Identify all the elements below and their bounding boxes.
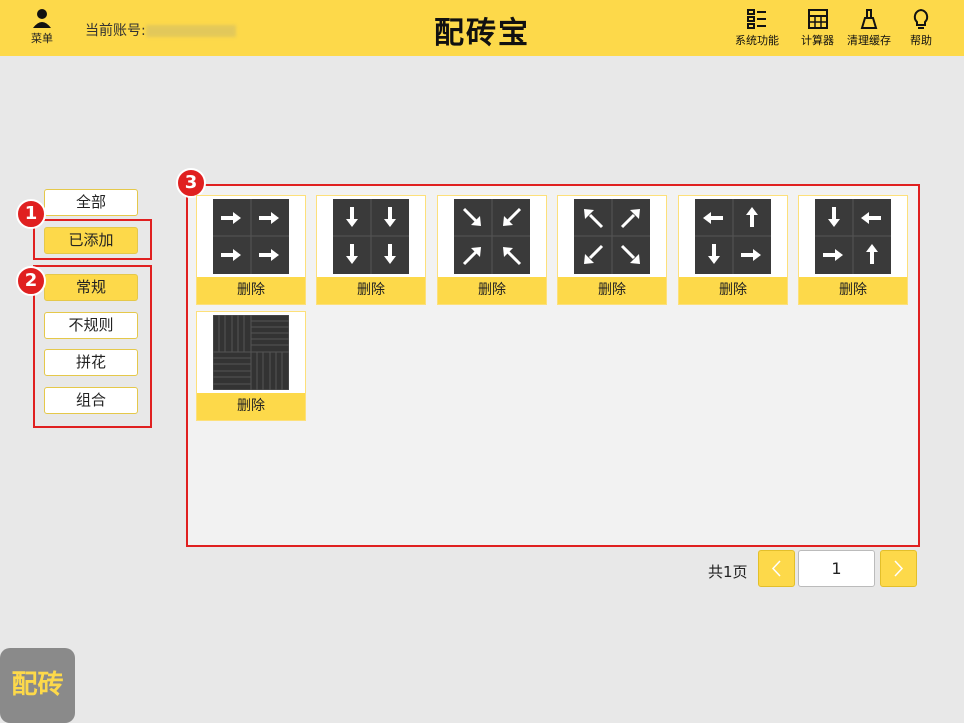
- type-parquet-button[interactable]: 拼花: [44, 349, 138, 376]
- calculator-icon: [807, 9, 828, 29]
- tile-thumbnail: [574, 199, 650, 274]
- clear-cache-button[interactable]: 清理缓存: [847, 8, 891, 48]
- menu-button[interactable]: 菜单: [26, 8, 58, 46]
- delete-button[interactable]: 删除: [197, 277, 305, 304]
- tile-thumbnail: [454, 199, 530, 274]
- tile-card[interactable]: 删除: [678, 195, 788, 305]
- clear-cache-label: 清理缓存: [847, 34, 891, 47]
- system-functions-label: 系统功能: [735, 34, 779, 47]
- next-page-button[interactable]: [880, 550, 917, 587]
- type-irregular-button[interactable]: 不规则: [44, 312, 138, 339]
- calculator-button[interactable]: 计算器: [801, 8, 834, 48]
- help-label: 帮助: [910, 34, 932, 47]
- filter-all-button[interactable]: 全部: [44, 189, 138, 216]
- delete-button[interactable]: 删除: [317, 277, 425, 304]
- tile-card[interactable]: 删除: [196, 195, 306, 305]
- account-label: 当前账号:: [85, 23, 146, 39]
- user-icon: [33, 9, 51, 28]
- tile-thumbnail: [333, 199, 409, 274]
- page-number-input[interactable]: 1: [798, 550, 875, 587]
- prev-page-button[interactable]: [758, 550, 795, 587]
- annotation-badge-3: 3: [176, 168, 206, 198]
- broom-icon: [860, 9, 878, 29]
- tile-thumbnail: [695, 199, 771, 274]
- tile-thumbnail: [212, 314, 290, 391]
- tile-thumbnail: [815, 199, 891, 274]
- calculator-label: 计算器: [801, 34, 834, 47]
- tile-card[interactable]: 删除: [437, 195, 547, 305]
- delete-button[interactable]: 删除: [799, 277, 907, 304]
- lightbulb-icon: [913, 8, 929, 29]
- chevron-right-icon: [894, 560, 904, 577]
- system-functions-button[interactable]: 系统功能: [735, 8, 779, 48]
- tile-thumbnail: [213, 199, 289, 274]
- account-info: 当前账号:: [85, 20, 236, 40]
- delete-button[interactable]: 删除: [197, 393, 305, 420]
- tile-matching-fab[interactable]: 配砖: [0, 648, 75, 723]
- annotation-badge-2: 2: [16, 266, 46, 296]
- delete-button[interactable]: 删除: [558, 277, 666, 304]
- chevron-left-icon: [771, 560, 781, 577]
- list-icon: [747, 9, 766, 29]
- filter-added-button[interactable]: 已添加: [44, 227, 138, 254]
- type-combination-button[interactable]: 组合: [44, 387, 138, 414]
- type-regular-button[interactable]: 常规: [44, 274, 138, 301]
- delete-button[interactable]: 删除: [679, 277, 787, 304]
- delete-button[interactable]: 删除: [438, 277, 546, 304]
- tile-card[interactable]: 删除: [798, 195, 908, 305]
- account-name-redacted: [145, 25, 236, 37]
- annotation-badge-1: 1: [16, 199, 46, 229]
- menu-label: 菜单: [31, 32, 53, 45]
- tile-card[interactable]: 删除: [196, 311, 306, 421]
- top-bar: 菜单 当前账号: 配砖宝 系统功能 计算器 清理缓存 帮助: [0, 0, 964, 56]
- tile-card[interactable]: 删除: [316, 195, 426, 305]
- tile-card[interactable]: 删除: [557, 195, 667, 305]
- page-count-label: 共1页: [708, 563, 748, 581]
- help-button[interactable]: 帮助: [910, 8, 932, 48]
